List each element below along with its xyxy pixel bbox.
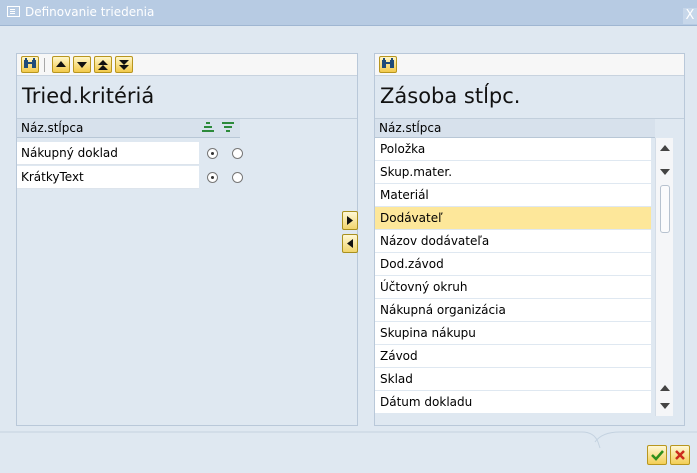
scroll-down-icon[interactable] [660,403,670,409]
list-item[interactable]: Skupina nákupu [375,322,651,344]
table-row[interactable]: Nákupný doklad [17,142,357,165]
sort-criteria-toolbar [17,54,357,76]
move-down-button[interactable] [73,56,91,73]
sort-criteria-header: Tried.kritériá [17,76,357,119]
arrow-right-icon [347,216,353,225]
list-item[interactable]: Položka [375,138,651,160]
arrow-left-icon [347,239,353,248]
move-bottom-icon [119,60,129,70]
checkmark-icon [651,450,664,461]
cancel-button[interactable] [670,445,690,465]
column-pool-title: Zásoba stĺpc. [380,84,521,108]
list-item[interactable]: Závod [375,345,651,367]
column-name-header: Náz.stĺpca [17,119,199,138]
row-column-name: KrátkyText [17,166,199,189]
find-button[interactable] [21,56,39,73]
sort-order-icons [202,122,234,132]
column-name-header: Náz.stĺpca [375,119,655,138]
table-row[interactable]: KrátkyText [17,166,357,189]
close-button[interactable]: X [683,8,697,24]
descending-radio[interactable] [232,172,243,183]
move-up-button[interactable] [52,56,70,73]
ok-button[interactable] [647,445,667,465]
list-item[interactable]: Účtovný okruh [375,276,651,298]
list-item[interactable]: Materiál [375,184,651,206]
sort-direction-header [199,119,240,138]
move-to-pool-button[interactable] [342,234,358,253]
scroll-down-icon[interactable] [660,169,670,175]
list-item[interactable]: Skup.mater. [375,161,651,183]
list-item-selected[interactable]: Dodávateľ [375,207,651,229]
ascending-radio[interactable] [207,148,218,159]
move-top-icon [98,60,108,70]
vertical-scrollbar[interactable] [655,138,673,416]
sort-criteria-panel: Tried.kritériá Náz.stĺpca Nákupný doklad [16,53,358,426]
column-pool-header: Zásoba stĺpc. [375,76,684,119]
scrollbar-thumb[interactable] [660,185,670,233]
move-top-button[interactable] [94,56,112,73]
column-pool-list: Náz.stĺpca Položka Skup.mater. Materiál … [375,119,684,425]
binoculars-icon [382,58,394,68]
up-triangle-icon [56,61,66,67]
find-button[interactable] [379,56,397,73]
scroll-up-icon[interactable] [660,385,670,391]
window-titlebar: Definovanie triedenia X [0,0,697,26]
descending-radio[interactable] [232,148,243,159]
sort-criteria-title: Tried.kritériá [22,84,155,108]
list-item[interactable]: Dátum dokladu [375,391,651,413]
list-item[interactable]: Nákupná organizácia [375,299,651,321]
window-icon [7,6,20,17]
list-item[interactable]: Názov dodávateľa [375,230,651,252]
cross-icon [675,450,685,460]
column-pool-panel: Zásoba stĺpc. Náz.stĺpca Položka Skup.ma… [374,53,685,426]
down-triangle-icon [77,62,87,68]
sort-descending-icon [222,122,234,132]
ascending-radio[interactable] [207,172,218,183]
window-title: Definovanie triedenia [25,5,155,19]
binoculars-icon [24,58,36,68]
column-pool-toolbar [375,54,684,76]
move-bottom-button[interactable] [115,56,133,73]
list-item[interactable]: Dod.závod [375,253,651,275]
footer-curve-decoration [0,431,697,449]
scroll-up-icon[interactable] [660,145,670,151]
toolbar-separator [44,58,45,72]
row-column-name: Nákupný doklad [17,142,199,165]
sort-ascending-icon [202,122,214,132]
list-item[interactable]: Sklad [375,368,651,390]
sort-criteria-grid: Náz.stĺpca Nákupný doklad KrátkyText [17,119,357,425]
move-to-criteria-button[interactable] [342,211,358,230]
